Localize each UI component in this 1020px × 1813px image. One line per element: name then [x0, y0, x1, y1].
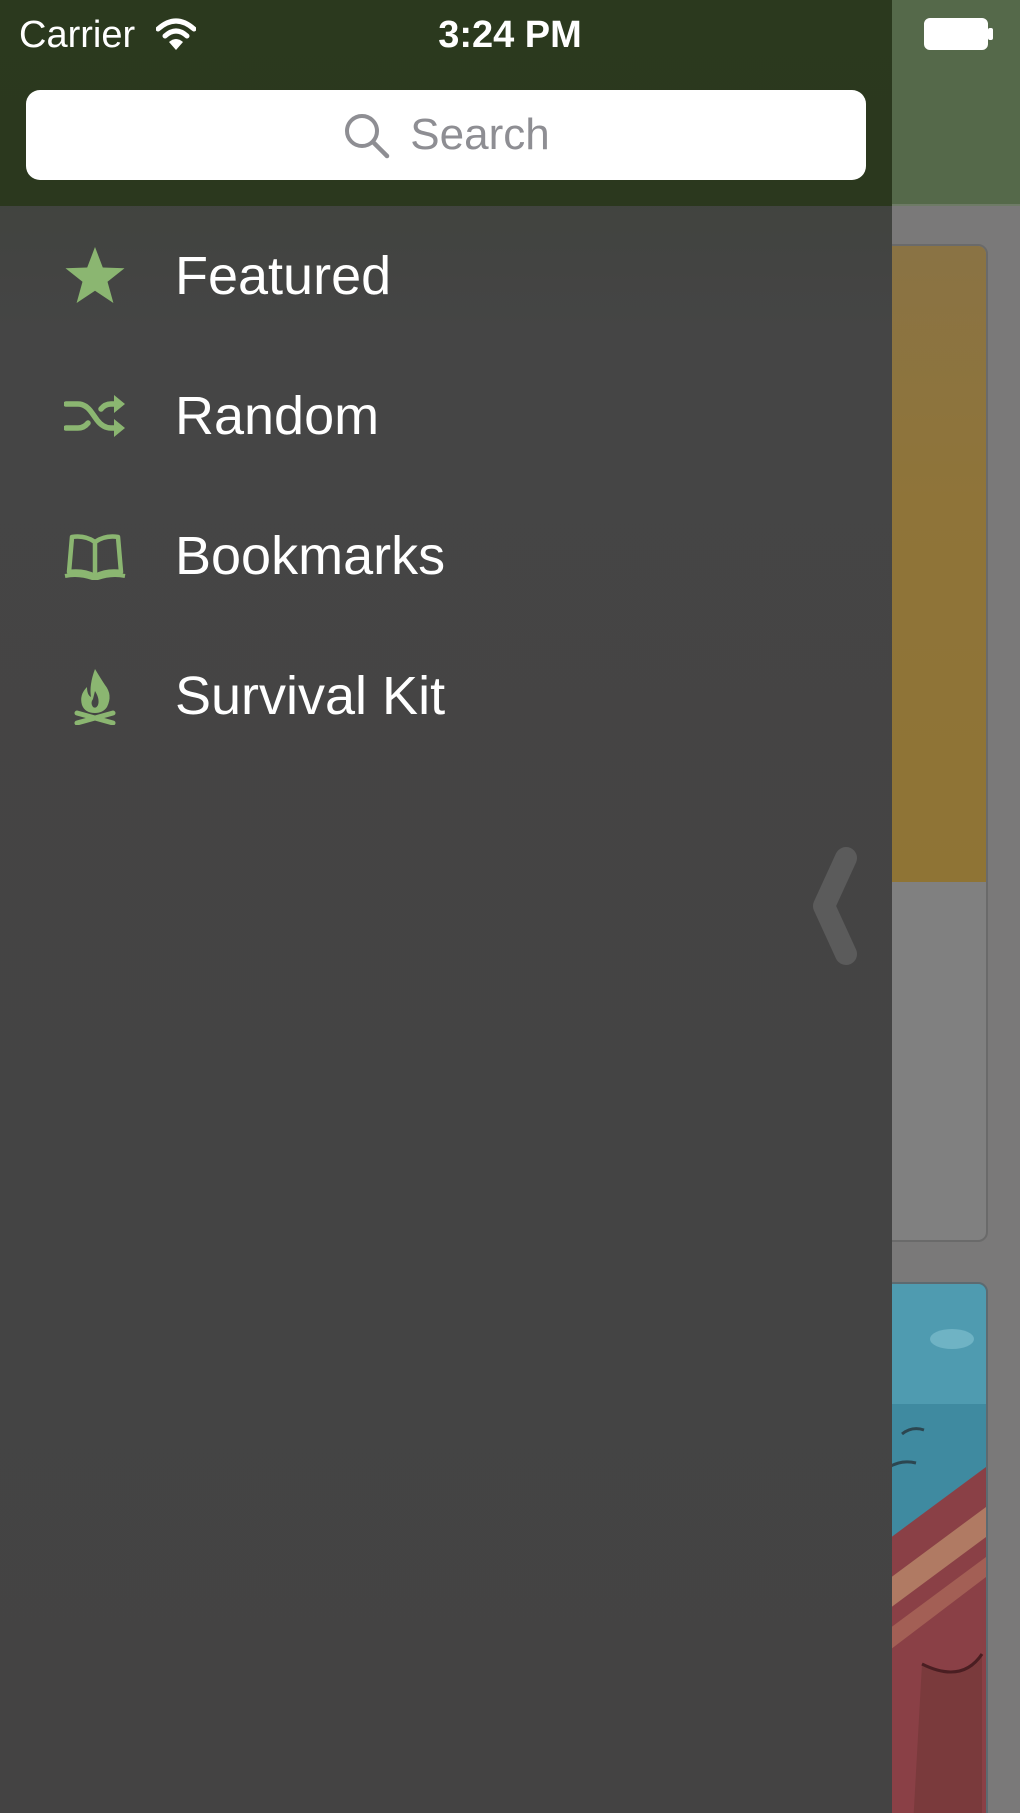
campfire-icon	[60, 661, 130, 731]
search-icon	[345, 114, 390, 159]
search-input[interactable]: Search	[26, 90, 866, 180]
search-placeholder: Search	[410, 110, 550, 159]
carrier-label: Carrier	[19, 14, 136, 56]
clock-time: 3:24 PM	[438, 14, 582, 56]
menu-item-label: Random	[175, 386, 380, 446]
menu-item-label: Bookmarks	[175, 526, 446, 586]
menu-item-label: Featured	[175, 246, 392, 306]
background-article-card[interactable]	[880, 1282, 988, 1813]
menu-item-label: Survival Kit	[175, 666, 446, 726]
drawer-menu: Featured Random Bookmarks Survival Kit	[0, 206, 892, 766]
screen: ... Carrier 3	[0, 0, 1020, 1813]
drawer-header: Carrier 3:24 PM Search	[0, 0, 892, 206]
background-card-illustration	[882, 1284, 986, 1813]
chevron-left-icon[interactable]	[812, 846, 860, 966]
background-card-image	[882, 246, 986, 882]
battery-icon	[924, 18, 993, 50]
menu-item-featured[interactable]: Featured	[0, 206, 892, 346]
menu-item-survival-kit[interactable]: Survival Kit	[0, 626, 892, 766]
side-drawer: Carrier 3:24 PM Search Featured Random B…	[0, 0, 892, 1813]
shuffle-icon	[60, 381, 130, 451]
background-article-card[interactable]: ...	[880, 244, 988, 1242]
wifi-icon	[156, 18, 196, 50]
star-icon	[60, 241, 130, 311]
menu-item-bookmarks[interactable]: Bookmarks	[0, 486, 892, 626]
menu-item-random[interactable]: Random	[0, 346, 892, 486]
book-icon	[60, 521, 130, 591]
